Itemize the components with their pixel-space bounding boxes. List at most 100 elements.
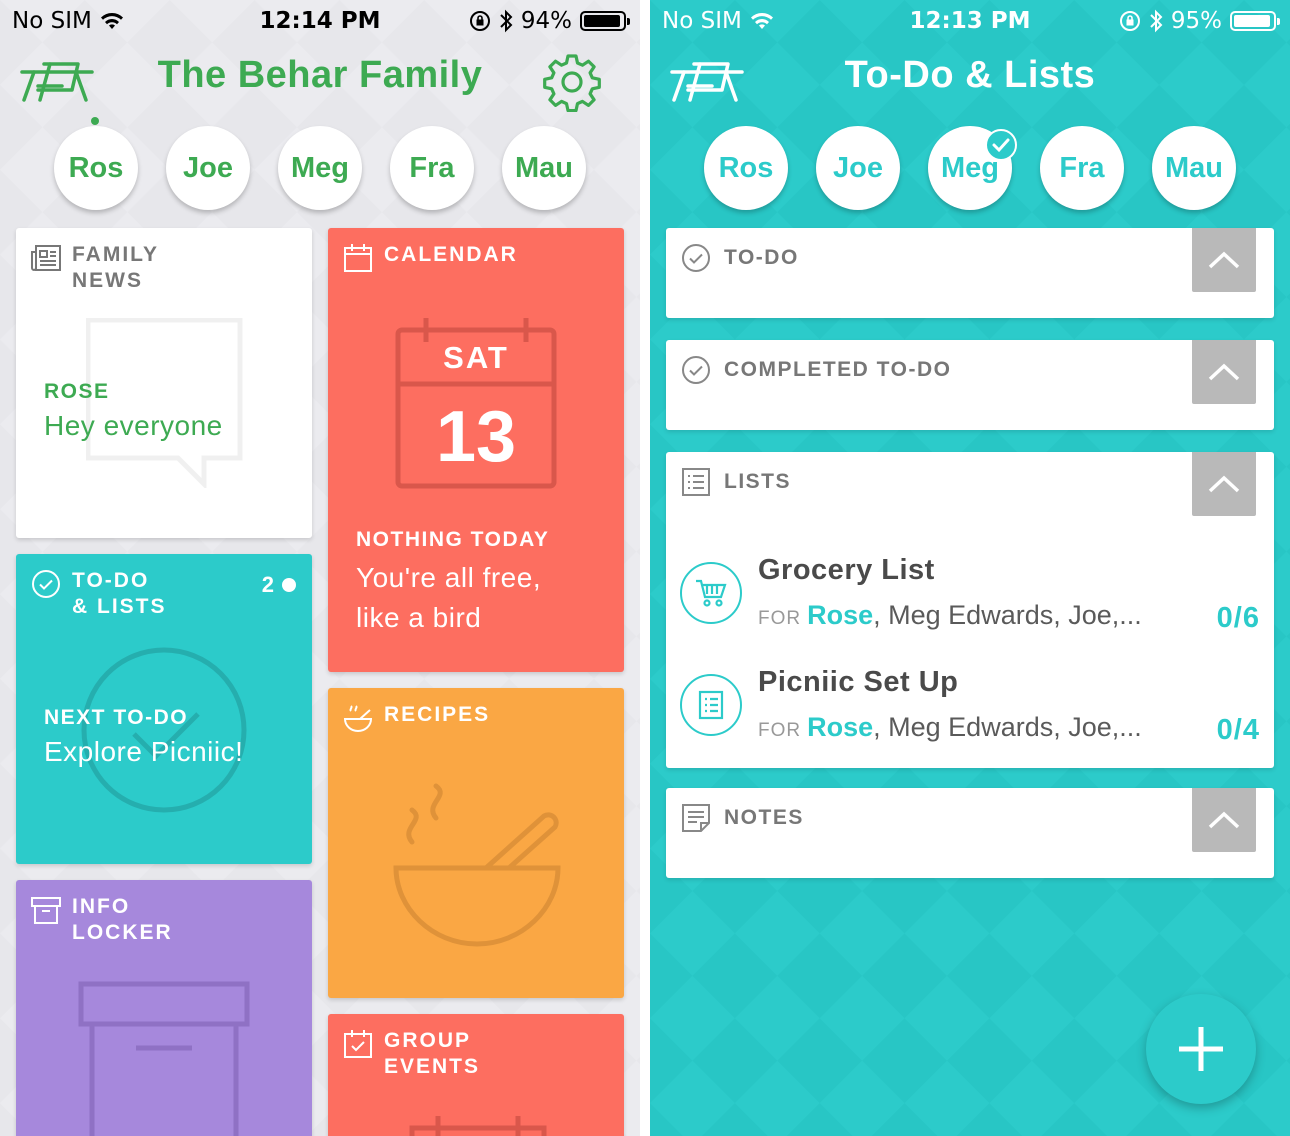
group-events-tile[interactable]: GROUP EVENTS bbox=[328, 1014, 624, 1136]
for-label: FOR bbox=[758, 608, 802, 629]
list-item[interactable]: Picniic Set Up FOR Rose, Meg Edwards, Joe… bbox=[680, 666, 1260, 756]
todo-collapse-button[interactable] bbox=[1192, 228, 1256, 292]
member-avatar-meg[interactable]: Meg bbox=[278, 126, 362, 210]
recipes-header: RECIPES bbox=[342, 702, 490, 734]
completed-collapse-button[interactable] bbox=[1192, 340, 1256, 404]
mixing-bowl-watermark-icon bbox=[393, 783, 561, 947]
lists-collapse-button[interactable] bbox=[1192, 452, 1256, 516]
list-icon-circle bbox=[680, 562, 742, 624]
recipes-label: RECIPES bbox=[384, 703, 491, 726]
todo-section: TO-DO bbox=[666, 228, 1274, 318]
calendar-watermark-icon bbox=[409, 1116, 547, 1136]
status-bar: No SIM 12:13 PM 95% bbox=[650, 0, 1290, 42]
member-avatar-joe[interactable]: Joe bbox=[166, 126, 250, 210]
member-avatar-fra[interactable]: Fra bbox=[390, 126, 474, 210]
notes-section-title: NOTES bbox=[724, 806, 804, 829]
calendar-check-icon bbox=[344, 1030, 372, 1058]
todo-section-header: TO-DO bbox=[680, 242, 799, 274]
family-news-tile[interactable]: FAMILY NEWS ROSE Hey everyone bbox=[16, 228, 312, 538]
lists-section-title: LISTS bbox=[724, 470, 792, 493]
todo-label: TO-DO & LISTS bbox=[72, 569, 167, 618]
speech-bubble-watermark-icon bbox=[86, 318, 243, 488]
member-avatar-mau[interactable]: Mau bbox=[502, 126, 586, 210]
note-icon bbox=[682, 804, 710, 832]
completed-todo-section: COMPLETED TO-DO bbox=[666, 340, 1274, 430]
list-item[interactable]: Grocery List FOR Rose, Meg Edwards, Joe,.… bbox=[680, 554, 1260, 644]
list-icon bbox=[682, 468, 710, 496]
archive-box-watermark-icon bbox=[78, 981, 250, 1136]
todo-lists-tile[interactable]: TO-DO & LISTS 2 NEXT TO-DO Explore Picni… bbox=[16, 554, 312, 864]
todo-header: TO-DO & LISTS bbox=[30, 568, 167, 620]
calendar-icon bbox=[344, 244, 372, 272]
chevron-up-icon bbox=[1208, 251, 1240, 269]
calendar-tile[interactable]: CALENDAR SAT 13 NOTHING TODAY You're all… bbox=[328, 228, 624, 672]
calendar-header: CALENDAR bbox=[342, 242, 518, 274]
screen-divider bbox=[640, 0, 650, 1136]
notes-collapse-button[interactable] bbox=[1192, 788, 1256, 852]
list-icon-circle bbox=[680, 674, 742, 736]
todo-count: 2 bbox=[261, 572, 274, 597]
member-avatar-ros[interactable]: Ros bbox=[54, 126, 138, 210]
list-owner: Rose bbox=[807, 600, 874, 630]
header: The Behar Family bbox=[0, 48, 640, 112]
lists-section-header: LISTS bbox=[680, 466, 791, 498]
member-avatar-mau[interactable]: Mau bbox=[1152, 126, 1236, 210]
news-message: Hey everyone bbox=[44, 410, 223, 441]
gear-icon[interactable] bbox=[542, 52, 602, 112]
archive-box-icon bbox=[31, 897, 61, 924]
news-author: ROSE bbox=[44, 380, 110, 403]
list-other-members: , Meg Edwards, Joe,... bbox=[873, 600, 1142, 630]
member-avatars: Ros Joe Meg Fra Mau bbox=[650, 126, 1290, 216]
notes-section-header: NOTES bbox=[680, 802, 804, 834]
chevron-up-icon bbox=[1208, 475, 1240, 493]
member-avatar-joe[interactable]: Joe bbox=[816, 126, 900, 210]
family-news-header: FAMILY NEWS bbox=[30, 242, 159, 294]
battery-percent: 95% bbox=[1170, 8, 1222, 34]
battery-icon bbox=[1230, 11, 1280, 31]
completed-section-header: COMPLETED TO-DO bbox=[680, 354, 951, 386]
next-todo-text: Explore Picniic! bbox=[44, 736, 244, 767]
selected-check-icon bbox=[985, 129, 1017, 161]
todo-section-title: TO-DO bbox=[724, 246, 799, 269]
calendar-day-name: SAT bbox=[443, 340, 509, 375]
todo-lists-screen: No SIM 12:13 PM 95% To-Do & Lists Ros Jo… bbox=[650, 0, 1290, 1136]
checkmark-circle-icon bbox=[682, 356, 710, 384]
bluetooth-icon bbox=[500, 9, 513, 33]
plus-icon bbox=[1179, 1027, 1223, 1071]
list-progress-count: 0/4 bbox=[1216, 714, 1260, 746]
list-progress-count: 0/6 bbox=[1216, 602, 1260, 634]
battery-icon bbox=[580, 11, 630, 31]
next-todo-title: NEXT TO-DO bbox=[44, 706, 189, 729]
shopping-cart-icon bbox=[696, 579, 727, 607]
list-name: Grocery List bbox=[758, 554, 935, 586]
list-members: FOR Rose, Meg Edwards, Joe,... bbox=[758, 712, 1142, 743]
calendar-day-number: 13 bbox=[435, 397, 517, 477]
for-label: FOR bbox=[758, 720, 802, 741]
info-locker-label: INFO LOCKER bbox=[72, 895, 173, 944]
member-avatar-ros[interactable]: Ros bbox=[704, 126, 788, 210]
list-name: Picniic Set Up bbox=[758, 666, 959, 698]
member-avatar-fra[interactable]: Fra bbox=[1040, 126, 1124, 210]
chevron-up-icon bbox=[1208, 811, 1240, 829]
info-locker-tile[interactable]: INFO LOCKER bbox=[16, 880, 312, 1136]
unread-dot bbox=[282, 578, 296, 592]
group-events-header: GROUP EVENTS bbox=[342, 1028, 480, 1080]
info-locker-header: INFO LOCKER bbox=[30, 894, 173, 946]
bluetooth-icon bbox=[1150, 9, 1163, 33]
recipes-tile[interactable]: RECIPES bbox=[328, 688, 624, 998]
screen-title: To-Do & Lists bbox=[844, 54, 1096, 96]
todo-count-badge: 2 bbox=[262, 572, 296, 598]
notes-section: NOTES bbox=[666, 788, 1274, 878]
list-document-icon bbox=[698, 690, 724, 720]
checkmark-circle-icon bbox=[682, 244, 710, 272]
group-events-label: GROUP EVENTS bbox=[384, 1029, 481, 1078]
list-owner: Rose bbox=[807, 712, 874, 742]
status-indicators: 94% bbox=[469, 8, 630, 34]
checkmark-circle-watermark-icon bbox=[81, 647, 247, 813]
calendar-status-title: NOTHING TODAY bbox=[356, 528, 550, 551]
add-button[interactable] bbox=[1146, 994, 1256, 1104]
active-member-dot bbox=[91, 117, 99, 125]
calendar-label: CALENDAR bbox=[384, 243, 518, 266]
status-indicators: 95% bbox=[1119, 8, 1280, 34]
list-other-members: , Meg Edwards, Joe,... bbox=[873, 712, 1142, 742]
